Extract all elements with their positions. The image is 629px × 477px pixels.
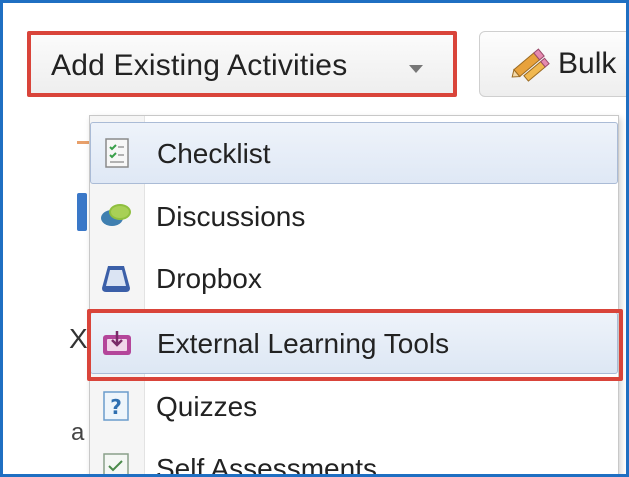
menu-item-label: Dropbox [156, 263, 262, 294]
menu-item-dropbox[interactable]: Dropbox [90, 248, 618, 310]
menu-item-quizzes[interactable]: ? Quizzes [90, 376, 618, 438]
add-existing-activities-label: Add Existing Activities [51, 49, 348, 82]
menu-item-label: External Learning Tools [157, 328, 450, 359]
self-assessments-icon [103, 453, 129, 474]
background-tab-fragment [77, 141, 89, 144]
menu-item-self-assessments[interactable]: Self Assessments [90, 438, 618, 477]
menu-item-label: Quizzes [156, 391, 258, 422]
svg-text:?: ? [110, 395, 122, 419]
bulk-edit-label: Bulk [558, 47, 617, 80]
discussions-icon [101, 204, 131, 226]
menu-item-checklist[interactable]: Checklist [90, 122, 618, 184]
background-icon-fragment [77, 193, 87, 231]
menu-item-label: Discussions [156, 201, 306, 232]
chevron-down-icon [409, 65, 423, 73]
quizzes-icon: ? [103, 391, 129, 421]
menu-item-discussions[interactable]: Discussions [90, 186, 618, 248]
checklist-icon [105, 138, 129, 168]
menu-item-label: Self Assessments [156, 453, 377, 477]
menu-item-external-learning-tools[interactable]: External Learning Tools [90, 312, 618, 374]
external-learning-tools-icon [103, 331, 131, 355]
background-text-fragment: a [71, 419, 85, 446]
menu-item-label: Checklist [157, 138, 271, 169]
pencil-icon [511, 48, 550, 82]
dropbox-icon [102, 266, 130, 292]
bulk-edit-button[interactable]: Bulk [479, 31, 626, 97]
background-text-fragment: X [69, 323, 88, 354]
add-existing-activities-menu: Checklist Discussions Dropbox External L… [89, 115, 619, 477]
screenshot-frame: Add Existing Activities Bulk X a Checkli… [0, 0, 629, 477]
add-existing-activities-button[interactable]: Add Existing Activities [27, 31, 457, 97]
